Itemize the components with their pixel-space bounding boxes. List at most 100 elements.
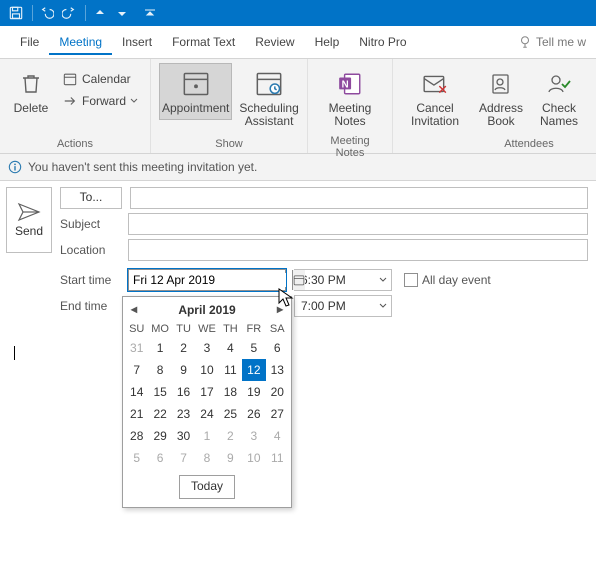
tell-me-label: Tell me w [536, 35, 586, 49]
calendar-day[interactable]: 24 [195, 403, 218, 425]
calendar-day[interactable]: 23 [172, 403, 195, 425]
calendar-day[interactable]: 11 [219, 359, 242, 381]
meeting-notes-button[interactable]: N Meeting Notes [316, 63, 384, 133]
end-time-field[interactable]: 7:00 PM [294, 295, 392, 317]
start-time-dropdown-icon[interactable] [375, 276, 391, 284]
calendar-day[interactable]: 10 [242, 447, 265, 469]
calendar-day[interactable]: 11 [266, 447, 289, 469]
prev-month-button[interactable]: ◂ [127, 301, 141, 317]
calendar-day[interactable]: 9 [172, 359, 195, 381]
ribbon-tabs: FileMeetingInsertFormat TextReviewHelpNi… [0, 26, 596, 59]
calendar-day[interactable]: 6 [266, 337, 289, 359]
tab-meeting[interactable]: Meeting [49, 29, 112, 55]
start-time-field[interactable]: 6:30 PM [294, 269, 392, 291]
calendar-day[interactable]: 8 [195, 447, 218, 469]
start-date-field[interactable] [128, 269, 286, 291]
calendar-button[interactable]: Calendar [58, 69, 142, 89]
tab-review[interactable]: Review [245, 29, 304, 55]
appointment-icon [180, 68, 212, 100]
group-label-meeting-notes: Meeting Notes [316, 133, 384, 162]
calendar-day[interactable]: 25 [219, 403, 242, 425]
calendar-day[interactable]: 1 [195, 425, 218, 447]
calendar-day[interactable]: 29 [148, 425, 171, 447]
calendar-day[interactable]: 5 [125, 447, 148, 469]
tab-format-text[interactable]: Format Text [162, 29, 245, 55]
all-day-label: All day event [422, 273, 491, 287]
undo-icon[interactable] [37, 3, 57, 23]
calendar-day[interactable]: 10 [195, 359, 218, 381]
all-day-checkbox[interactable]: All day event [404, 273, 491, 287]
check-names-button[interactable]: Check Names [533, 63, 585, 133]
calendar-day[interactable]: 7 [125, 359, 148, 381]
address-book-button[interactable]: Address Book [473, 63, 529, 133]
forward-button[interactable]: Forward [58, 91, 142, 111]
calendar-day[interactable]: 20 [266, 381, 289, 403]
start-date-input[interactable] [129, 273, 292, 287]
previous-item-icon[interactable] [90, 3, 110, 23]
calendar-day[interactable]: 17 [195, 381, 218, 403]
end-time-label: End time [60, 299, 120, 313]
to-field[interactable] [130, 187, 588, 209]
calendar-day[interactable]: 8 [148, 359, 171, 381]
calendar-day[interactable]: 26 [242, 403, 265, 425]
calendar-day[interactable]: 7 [172, 447, 195, 469]
calendar-day[interactable]: 13 [266, 359, 289, 381]
calendar-day[interactable]: 22 [148, 403, 171, 425]
calendar-day[interactable]: 3 [242, 425, 265, 447]
calendar-day[interactable]: 9 [219, 447, 242, 469]
calendar-day[interactable]: 12 [242, 359, 265, 381]
send-button[interactable]: Send [6, 187, 52, 253]
calendar-day[interactable]: 4 [219, 337, 242, 359]
today-button[interactable]: Today [179, 475, 235, 499]
calendar-day[interactable]: 2 [219, 425, 242, 447]
cancel-invitation-button[interactable]: Cancel Invitation [401, 63, 469, 133]
location-field[interactable] [128, 239, 588, 261]
save-icon[interactable] [6, 3, 26, 23]
info-text: You haven't sent this meeting invitation… [28, 160, 257, 174]
calendar-day[interactable]: 27 [266, 403, 289, 425]
check-names-icon [543, 68, 575, 100]
delete-button[interactable]: Delete [8, 63, 54, 120]
next-item-icon[interactable] [112, 3, 132, 23]
calendar-day[interactable]: 28 [125, 425, 148, 447]
scheduling-icon [253, 68, 285, 100]
redo-icon[interactable] [59, 3, 79, 23]
delete-icon [15, 68, 47, 100]
calendar-day[interactable]: 31 [125, 337, 148, 359]
tab-nitro-pro[interactable]: Nitro Pro [349, 29, 416, 55]
svg-text:N: N [342, 79, 349, 90]
end-time-dropdown-icon[interactable] [375, 302, 391, 310]
tab-insert[interactable]: Insert [112, 29, 162, 55]
next-month-button[interactable]: ▸ [273, 301, 287, 317]
calendar-day[interactable]: 3 [195, 337, 218, 359]
body-text-cursor [14, 346, 15, 360]
response-options-button[interactable]: Response Options [589, 63, 596, 133]
calendar-day[interactable]: 15 [148, 381, 171, 403]
calendar-day[interactable]: 14 [125, 381, 148, 403]
subject-field[interactable] [128, 213, 588, 235]
address-book-icon [485, 68, 517, 100]
calendar-day[interactable]: 1 [148, 337, 171, 359]
month-label: April 2019 [178, 303, 235, 317]
appointment-button[interactable]: Appointment [159, 63, 232, 120]
info-icon [8, 160, 22, 174]
calendar-day[interactable]: 16 [172, 381, 195, 403]
scheduling-assistant-button[interactable]: Scheduling Assistant [236, 63, 301, 133]
tab-file[interactable]: File [10, 29, 49, 55]
calendar-day[interactable]: 18 [219, 381, 242, 403]
start-date-dropdown-icon[interactable] [292, 270, 305, 290]
start-time-value: 6:30 PM [295, 273, 375, 287]
tab-help[interactable]: Help [305, 29, 350, 55]
calendar-day[interactable]: 6 [148, 447, 171, 469]
tell-me[interactable]: Tell me w [518, 35, 586, 49]
dow-header: FR [242, 321, 265, 337]
calendar-day[interactable]: 2 [172, 337, 195, 359]
subject-label: Subject [60, 217, 120, 231]
calendar-day[interactable]: 5 [242, 337, 265, 359]
customize-qat-icon[interactable] [140, 3, 160, 23]
calendar-day[interactable]: 19 [242, 381, 265, 403]
calendar-day[interactable]: 4 [266, 425, 289, 447]
calendar-day[interactable]: 21 [125, 403, 148, 425]
to-button[interactable]: To... [60, 187, 122, 209]
calendar-day[interactable]: 30 [172, 425, 195, 447]
